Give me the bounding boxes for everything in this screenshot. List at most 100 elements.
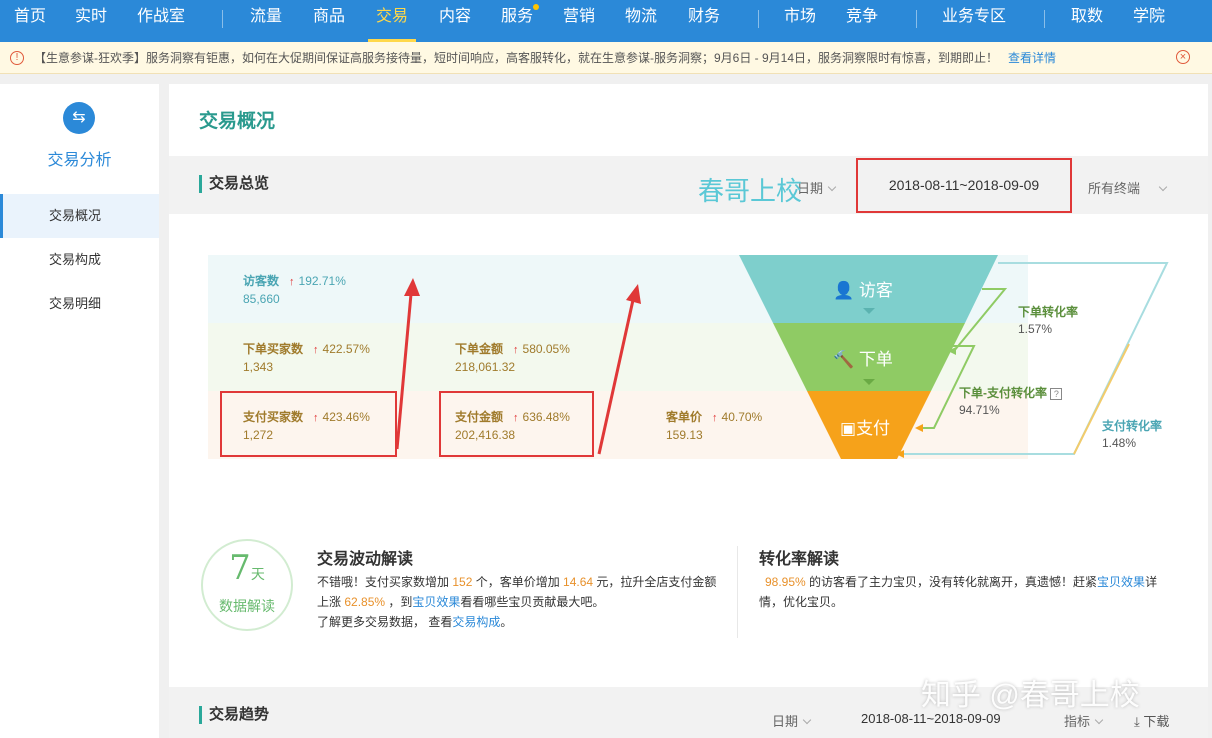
nav-business-zone[interactable]: 业务专区 — [942, 0, 1006, 42]
rate-label: 下单-支付转化率 ? — [959, 385, 1063, 402]
pay-rate: 支付转化率 1.48% — [1102, 418, 1162, 452]
nav-product[interactable]: 商品 — [313, 0, 345, 42]
notice-content: 【生意参谋-狂欢季】服务洞察有钜惠，如何在大促期间保证高服务接待量，短时间响应，… — [34, 42, 1056, 74]
terminal-select[interactable]: 所有终端 — [1088, 178, 1168, 197]
conversion-title: 转化率解读 — [759, 551, 840, 568]
rate-value: 1.57% — [1018, 322, 1053, 336]
text: 。 — [500, 615, 513, 629]
sidebar-item-composition[interactable]: 交易构成 — [0, 238, 159, 282]
user-icon: 👤 — [833, 281, 855, 300]
date-range-picker[interactable]: 2018-08-11~2018-09-09 — [856, 158, 1072, 213]
sidebar-item-details[interactable]: 交易明细 — [0, 282, 159, 326]
notice-details-link[interactable]: 查看详情 — [1008, 51, 1056, 65]
text: ，到 — [385, 595, 413, 609]
nav-divider — [222, 10, 223, 28]
funnel-pay-text: 支付 — [856, 419, 891, 438]
download-icon: ⤓ — [1134, 714, 1140, 729]
nav-content[interactable]: 内容 — [439, 0, 471, 42]
footer-watermark: 知乎 @春哥上校 — [921, 679, 1140, 712]
badge-unit: 天 — [250, 567, 265, 583]
fluctuation-text: 不错哦！支付买家数增加 152 个，客单价增加 14.64 元，拉升全店支付金额… — [317, 572, 723, 632]
highlight-number: 152 — [452, 575, 473, 589]
annotation-arrowhead — [626, 284, 641, 304]
highlight-number: 98.95% — [765, 575, 806, 589]
terminal-label: 所有终端 — [1088, 181, 1141, 196]
wallet-icon: ▣ — [840, 419, 857, 438]
highlight-number: 62.85% — [344, 595, 386, 609]
nav-competition[interactable]: 竞争 — [846, 0, 878, 42]
text: 的访客看了主力宝贝，没有转化就离开，真遗憾！赶紧 — [805, 575, 1098, 589]
nav-academy[interactable]: 学院 — [1133, 0, 1165, 42]
date-type-label: 日期 — [772, 714, 799, 729]
nav-logistics[interactable]: 物流 — [625, 0, 657, 42]
order-rate: 下单转化率 1.57% — [1018, 304, 1078, 338]
badge-number-wrap: 7天 — [203, 549, 291, 594]
sidebar-item-overview[interactable]: 交易概况 — [0, 194, 159, 238]
metric-select-label: 指标 — [1064, 714, 1091, 729]
rate-label: 下单转化率 — [1018, 305, 1079, 319]
nav-data-fetch[interactable]: 取数 — [1071, 0, 1103, 42]
nav-traffic[interactable]: 流量 — [250, 0, 282, 42]
highlight-number: 14.64 — [563, 575, 594, 589]
annotation-arrow — [597, 299, 635, 455]
rate-value: 94.71% — [959, 403, 1000, 417]
annotation-arrow — [395, 293, 413, 450]
notification-dot — [533, 4, 540, 10]
notice-text: 【生意参谋-狂欢季】服务洞察有钜惠，如何在大促期间保证高服务接待量，短时间响应，… — [34, 51, 999, 65]
date-type-select[interactable]: 日期 — [797, 178, 837, 197]
nav-service-label: 服务 — [501, 8, 534, 25]
nav-realtime[interactable]: 实时 — [75, 0, 107, 42]
text: 不错哦！支付买家数增加 — [317, 575, 453, 589]
nav-finance[interactable]: 财务 — [688, 0, 720, 42]
conversion-text: 98.95% 的访客看了主力宝贝，没有转化就离开，真遗憾！赶紧宝贝效果详情，优化… — [759, 572, 1169, 612]
notice-bar: ! 【生意参谋-狂欢季】服务洞察有钜惠，如何在大促期间保证高服务接待量，短时间响… — [0, 42, 1212, 74]
exchange-icon: ⇆ — [63, 102, 95, 134]
page-title: 交易概况 — [199, 111, 276, 132]
badge-number: 7 — [229, 548, 251, 588]
download-label: 下载 — [1143, 714, 1170, 729]
connector-arrowhead — [915, 424, 923, 432]
nav-divider — [1044, 10, 1045, 28]
order-pay-rate: 下单-支付转化率 ? 94.71% — [959, 385, 1063, 419]
chevron-down-icon — [1158, 182, 1168, 192]
chevron-down-icon — [827, 182, 837, 192]
funnel-visitor-text: 访客 — [858, 281, 893, 300]
text: 个，客单价增加 — [472, 575, 564, 589]
funnel-pay-label: ▣支付 — [840, 414, 890, 439]
sidebar: ⇆ 交易分析 交易概况 交易构成 交易明细 — [0, 84, 159, 738]
chevron-down-icon — [802, 715, 812, 725]
data-reading-badge: 7天 数据解读 — [201, 539, 293, 631]
text: 看看哪些宝贝贡献最大吧。 — [460, 595, 605, 609]
main-panel: 交易概况 交易总览 日期 所有终端 春哥上校 2018-08-11~2018-0… — [169, 84, 1208, 738]
nav-trade[interactable]: 交易 — [367, 0, 417, 42]
chevron-down-icon — [1094, 715, 1104, 725]
funnel-graphic — [395, 255, 1169, 459]
sidebar-title: 交易分析 — [47, 152, 112, 169]
trend-title: 交易趋势 — [199, 706, 269, 724]
funnel-order-label: 🔨 下单 — [833, 345, 893, 370]
gavel-icon: 🔨 — [833, 350, 855, 369]
rate-value: 1.48% — [1102, 436, 1137, 450]
close-circle-icon[interactable]: × — [1176, 50, 1190, 64]
top-nav: 首页 实时 作战室 流量 商品 交易 内容 服务 营销 物流 财务 市场 竞争 … — [0, 0, 1212, 42]
reading-divider — [737, 546, 738, 638]
annotation-arrowhead — [404, 278, 420, 296]
trend-date-type-select[interactable]: 日期 — [772, 711, 812, 730]
fluctuation-title: 交易波动解读 — [317, 551, 414, 568]
nav-divider — [758, 10, 759, 28]
nav-marketing[interactable]: 营销 — [563, 0, 595, 42]
nav-home[interactable]: 首页 — [14, 0, 46, 42]
nav-market[interactable]: 市场 — [784, 0, 816, 42]
badge-label: 数据解读 — [219, 598, 275, 614]
item-effect-link[interactable]: 宝贝效果 — [1097, 575, 1145, 589]
nav-war-room[interactable]: 作战室 — [137, 0, 185, 42]
help-icon[interactable]: ? — [1050, 388, 1063, 400]
rate-label-text: 下单-支付转化率 — [959, 386, 1047, 400]
text: 了解更多交易数据， 查看 — [317, 615, 453, 629]
watermark-text: 春哥上校 — [698, 177, 803, 207]
nav-service[interactable]: 服务 — [501, 0, 540, 42]
funnel-visitor-label: 👤 访客 — [833, 276, 893, 301]
overview-title: 交易总览 — [199, 175, 269, 193]
trade-composition-link[interactable]: 交易构成 — [452, 615, 500, 629]
item-effect-link[interactable]: 宝贝效果 — [412, 595, 460, 609]
